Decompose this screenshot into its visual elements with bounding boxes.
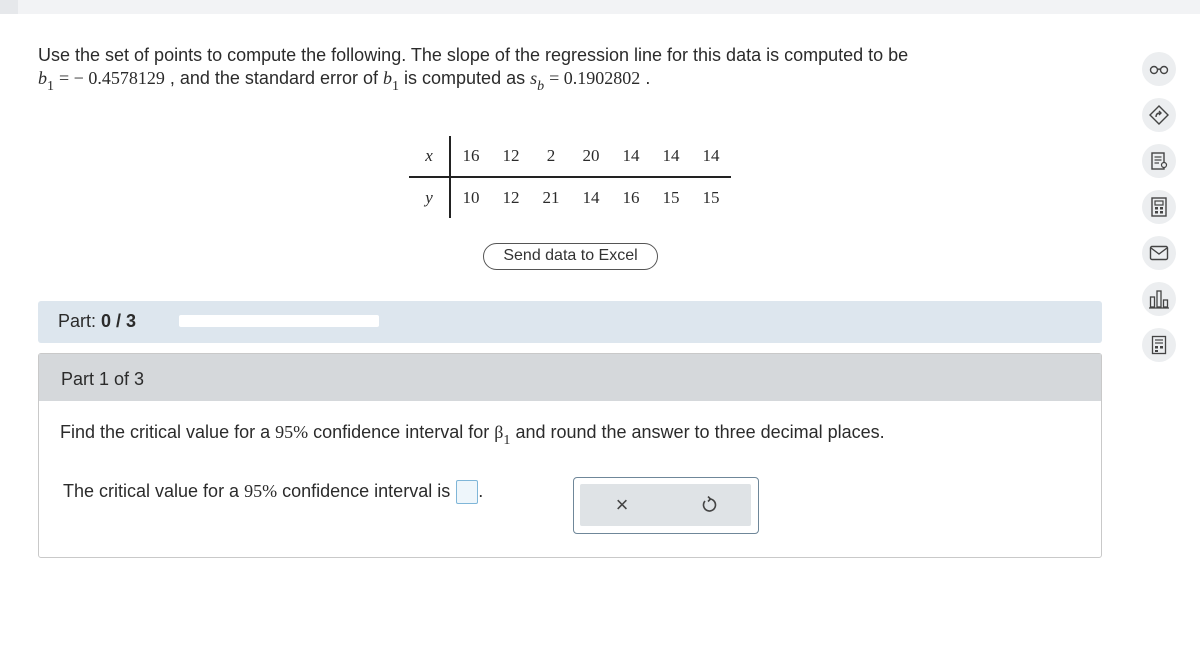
question-intro: Use the set of points to compute the fol… [38, 45, 909, 65]
question-text: Use the set of points to compute the fol… [38, 44, 1068, 94]
compass-button[interactable] [1142, 98, 1176, 132]
x-label: x [409, 136, 451, 178]
answer-percent: 95% [244, 480, 278, 501]
sb-symbol: sb [530, 68, 545, 94]
x-value: 20 [571, 136, 611, 178]
notes-button[interactable] [1142, 144, 1176, 178]
send-data-to-excel-button[interactable]: Send data to Excel [483, 243, 658, 270]
top-bar-tab [0, 0, 18, 14]
x-value: 2 [531, 136, 571, 178]
answer-period: . [478, 480, 484, 501]
calculator-icon [1151, 197, 1167, 217]
toolbox-inner: × [580, 484, 751, 526]
top-bar [0, 0, 1200, 14]
b1-symbol-2: b1 [383, 68, 400, 94]
comma: , [169, 68, 175, 88]
bar-chart-button[interactable] [1142, 282, 1176, 316]
mail-button[interactable] [1142, 236, 1176, 270]
part-title: Part 1 of 3 [61, 369, 145, 389]
x-value: 14 [611, 136, 651, 178]
part-status-bar: Part: 0 / 3 [38, 301, 1102, 343]
y-value: 14 [582, 188, 600, 207]
answer-toolbox: × [573, 477, 759, 534]
clear-button[interactable]: × [602, 484, 642, 526]
y-value: 12 [502, 188, 520, 207]
y-value: 15 [702, 188, 720, 207]
undo-button[interactable] [689, 484, 729, 526]
close-icon: × [615, 492, 629, 517]
compass-icon [1149, 105, 1169, 125]
standard-error-value: = 0.1902802 [549, 68, 641, 88]
y-row: y 10 12 21 14 16 15 15 [409, 177, 731, 218]
x-row: x 16 12 2 20 14 14 14 [409, 136, 731, 178]
calculator-button[interactable] [1142, 190, 1176, 224]
document-icon [1151, 335, 1167, 355]
slope-value: = − 0.4578129 [59, 68, 165, 88]
part-status-label: Part: 0 / 3 [58, 311, 137, 331]
y-value: 21 [542, 188, 560, 207]
y-value: 15 [662, 188, 680, 207]
y-value: 10 [462, 188, 480, 207]
x-value: 12 [491, 136, 531, 178]
answer-input[interactable] [456, 480, 479, 504]
question-period: . [645, 68, 651, 88]
undo-icon [702, 496, 717, 512]
document-button[interactable] [1142, 328, 1176, 362]
question-computed-as: is computed as [404, 68, 526, 88]
part-card: Part 1 of 3 [38, 353, 1102, 558]
x-value: 14 [651, 136, 691, 178]
beta-symbol: β1 [494, 422, 511, 448]
y-label: y [409, 177, 451, 218]
glasses-icon [1149, 65, 1169, 75]
part-card-header: Part 1 of 3 [39, 354, 1101, 401]
x-value: 14 [691, 136, 731, 178]
b1-symbol: b1 [38, 68, 54, 94]
y-value: 16 [622, 188, 640, 207]
part-status-value: 0 / 3 [101, 311, 137, 331]
bar-chart-icon [1149, 290, 1169, 309]
part-progress-bar [179, 315, 379, 327]
data-table: x 16 12 2 20 14 14 14 y 10 12 21 14 16 1… [409, 136, 731, 218]
glasses-button[interactable] [1142, 52, 1176, 86]
mail-icon [1149, 245, 1169, 261]
question-and-text: and the standard error of [179, 68, 378, 88]
answer-line: The critical value for a 95% confidence … [63, 480, 483, 504]
percent-value: 95% [275, 422, 309, 442]
part-prompt: Find the critical value for a 95% confid… [60, 422, 885, 448]
x-value: 16 [450, 136, 491, 178]
notes-icon [1151, 152, 1168, 170]
